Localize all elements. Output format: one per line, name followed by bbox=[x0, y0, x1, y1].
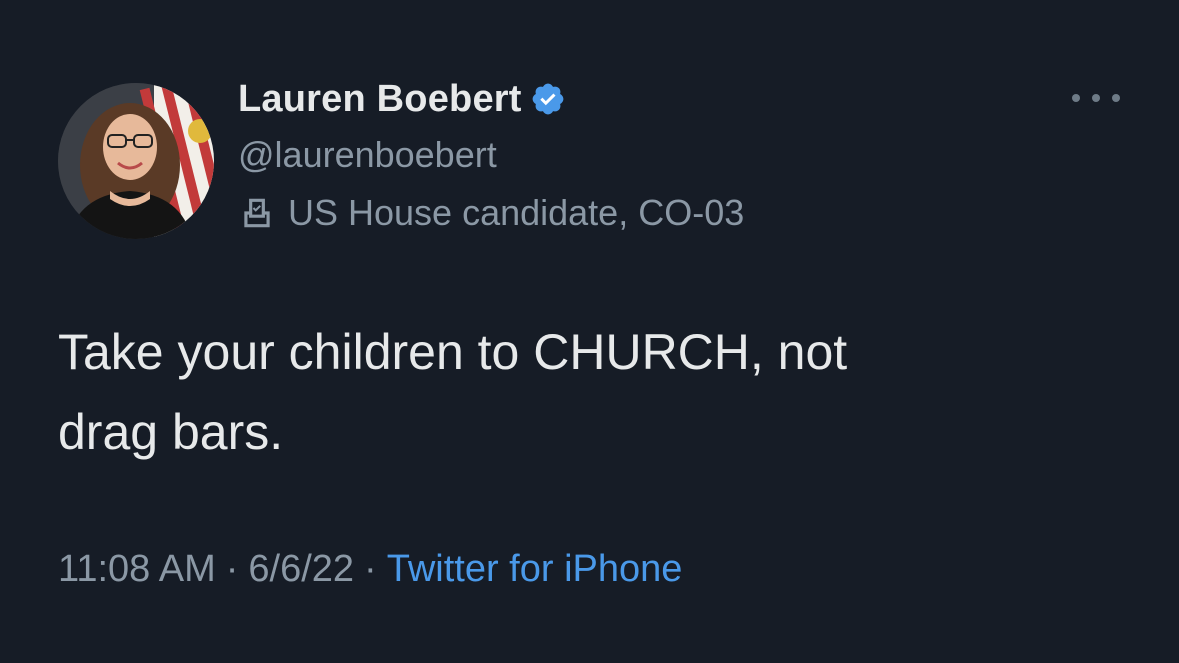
verified-badge-icon bbox=[530, 81, 566, 117]
tweet-text: Take your children to CHURCH, not drag b… bbox=[58, 312, 1138, 472]
tweet-text-line-1: Take your children to CHURCH, not bbox=[58, 324, 848, 380]
affiliation-label: US House candidate, CO-03 bbox=[238, 190, 744, 236]
meta-separator: · bbox=[364, 548, 377, 590]
tweet-text-line-2: drag bars. bbox=[58, 404, 284, 460]
tweet-header: Lauren Boebert @laurenboebert US House c… bbox=[238, 74, 744, 236]
tweet-time[interactable]: 11:08 AM bbox=[58, 548, 216, 590]
tweet-source-link[interactable]: Twitter for iPhone bbox=[387, 548, 683, 590]
tweet-meta: 11:08 AM · 6/6/22 · Twitter for iPhone bbox=[58, 548, 682, 591]
tweet-date[interactable]: 6/6/22 bbox=[248, 548, 354, 590]
user-handle[interactable]: @laurenboebert bbox=[238, 132, 744, 178]
more-options-icon[interactable] bbox=[1072, 86, 1120, 110]
avatar[interactable] bbox=[58, 83, 214, 239]
display-name[interactable]: Lauren Boebert bbox=[238, 78, 522, 121]
tweet-card: Lauren Boebert @laurenboebert US House c… bbox=[0, 0, 1179, 663]
name-row: Lauren Boebert bbox=[238, 74, 744, 124]
ballot-box-icon bbox=[238, 194, 276, 232]
meta-separator: · bbox=[225, 548, 239, 590]
affiliation-label-text: US House candidate, CO-03 bbox=[288, 192, 745, 233]
avatar-image bbox=[58, 83, 214, 239]
